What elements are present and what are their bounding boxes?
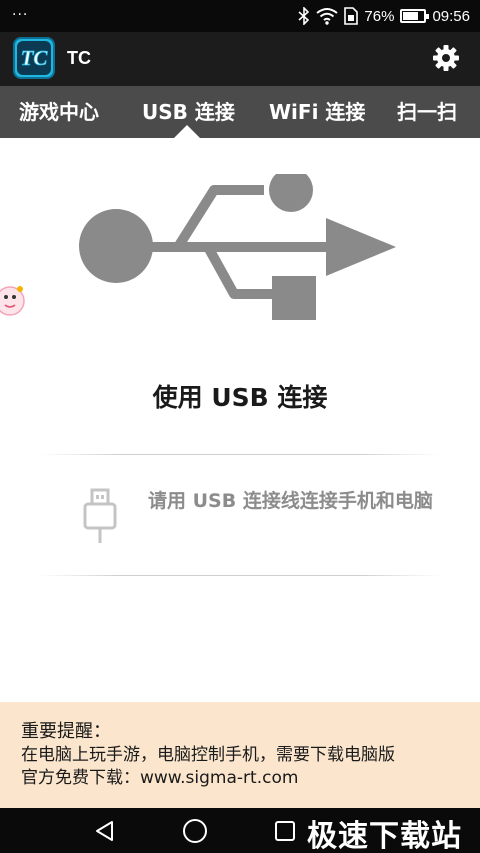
floating-sticker-icon[interactable] bbox=[0, 281, 26, 321]
tab-wifi-connection[interactable]: WiFi 连接 bbox=[269, 86, 365, 138]
tab-game-center[interactable]: 游戏中心 bbox=[19, 86, 99, 138]
usb-hint-text: 请用 USB 连接线连接手机和电脑 bbox=[148, 490, 433, 512]
app-logo-inner: TC bbox=[17, 41, 51, 75]
wifi-icon bbox=[316, 8, 339, 25]
clock: 09:56 bbox=[432, 7, 470, 25]
status-bar: ··· 76% 09:56 bbox=[0, 0, 480, 32]
selected-tab-indicator bbox=[174, 125, 200, 138]
usb-connection-title: 使用 USB 连接 bbox=[152, 383, 328, 412]
notification-dots: ··· bbox=[12, 7, 29, 23]
notice-line-2[interactable]: 官方免费下载：www.sigma-rt.com bbox=[21, 767, 480, 790]
battery-icon bbox=[400, 9, 430, 23]
status-icons: 76% 09:56 bbox=[298, 0, 470, 32]
divider-bottom bbox=[40, 575, 440, 576]
navigation-bar: 极速下载站 bbox=[0, 808, 480, 853]
notice-banner: 重要提醒： 在电脑上玩手游，电脑控制手机，需要下载电脑版 官方免费下载：www.… bbox=[0, 702, 480, 808]
home-circle-icon bbox=[183, 819, 207, 843]
divider-top bbox=[40, 454, 440, 455]
battery-percent: 76% bbox=[364, 7, 395, 25]
sim-card-icon bbox=[344, 7, 359, 25]
usb-plug-icon bbox=[83, 488, 117, 543]
svg-text:TC: TC bbox=[21, 46, 49, 70]
notice-heading: 重要提醒： bbox=[21, 721, 111, 742]
settings-button[interactable] bbox=[429, 41, 463, 75]
back-button[interactable] bbox=[90, 816, 120, 846]
watermark-text: 极速下载站 bbox=[307, 819, 462, 853]
home-button[interactable] bbox=[180, 816, 210, 846]
battery-fill bbox=[403, 12, 419, 20]
app-title: TC bbox=[67, 48, 91, 68]
gear-icon bbox=[433, 45, 459, 71]
bluetooth-icon bbox=[298, 7, 310, 25]
notice-line-1: 在电脑上玩手游，电脑控制手机，需要下载电脑版 bbox=[21, 745, 395, 765]
tab-bar: 游戏中心 USB 连接 WiFi 连接 扫一扫 bbox=[0, 86, 480, 138]
recents-button[interactable] bbox=[270, 816, 300, 846]
recents-square-icon bbox=[275, 821, 295, 841]
app-logo: TC bbox=[13, 37, 55, 79]
usb-symbol-icon bbox=[79, 174, 396, 320]
main-content: 使用 USB 连接 请用 USB 连接线连接手机和电脑 bbox=[0, 138, 480, 702]
app-bar: TC TC bbox=[0, 32, 480, 86]
tab-scan[interactable]: 扫一扫 bbox=[397, 86, 457, 138]
tc-logo-icon: TC bbox=[20, 46, 49, 70]
back-triangle-icon bbox=[96, 821, 113, 841]
